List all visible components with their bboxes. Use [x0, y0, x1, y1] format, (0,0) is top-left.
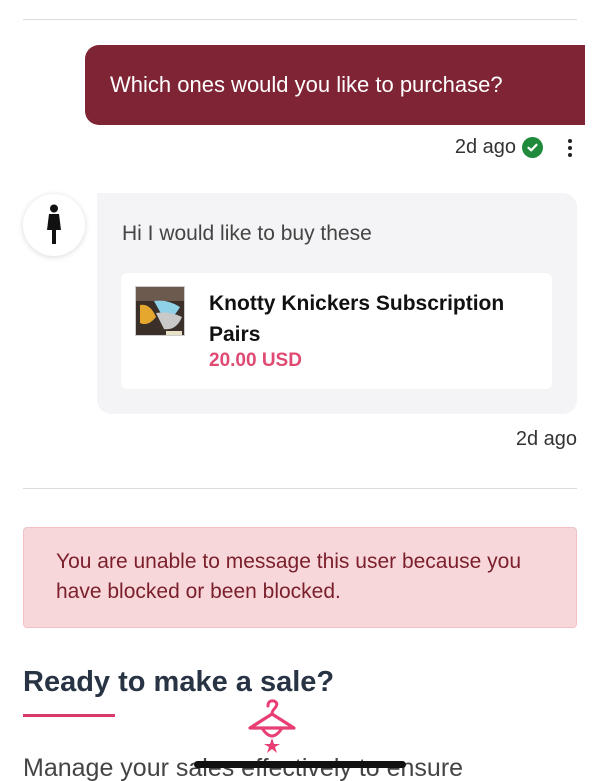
outgoing-message-timestamp: 2d ago	[454, 136, 516, 158]
blocked-notice-text: You are unable to message this user beca…	[56, 550, 522, 603]
promo-title-underline	[23, 714, 115, 717]
promo-title: Ready to make a sale?	[23, 666, 335, 698]
incoming-message-text: Hi I would like to buy these	[122, 222, 372, 245]
blocked-notice: You are unable to message this user beca…	[23, 527, 577, 628]
product-name: Knotty Knickers Subscription Pairs	[209, 292, 505, 346]
product-thumbnail	[135, 286, 185, 336]
user-silhouette-icon	[47, 204, 61, 244]
top-divider	[23, 19, 577, 20]
product-card[interactable]: Knotty Knickers Subscription Pairs 20.00…	[121, 273, 552, 389]
user-avatar[interactable]	[23, 194, 85, 256]
outgoing-message-bubble: Which ones would you like to purchase?	[85, 45, 585, 125]
incoming-message-bubble: Hi I would like to buy these Knotty Knic…	[97, 193, 577, 414]
check-circle-icon	[522, 137, 543, 158]
outgoing-message-meta: 2d ago	[455, 136, 577, 159]
outgoing-message-text: Which ones would you like to purchase?	[110, 72, 503, 97]
hanger-logo-icon	[248, 699, 296, 753]
home-indicator	[194, 761, 406, 768]
product-price: 20.00 USD	[209, 350, 302, 371]
incoming-message-timestamp: 2d ago	[515, 428, 577, 450]
kebab-menu-icon[interactable]	[563, 138, 577, 157]
section-divider	[23, 488, 577, 489]
